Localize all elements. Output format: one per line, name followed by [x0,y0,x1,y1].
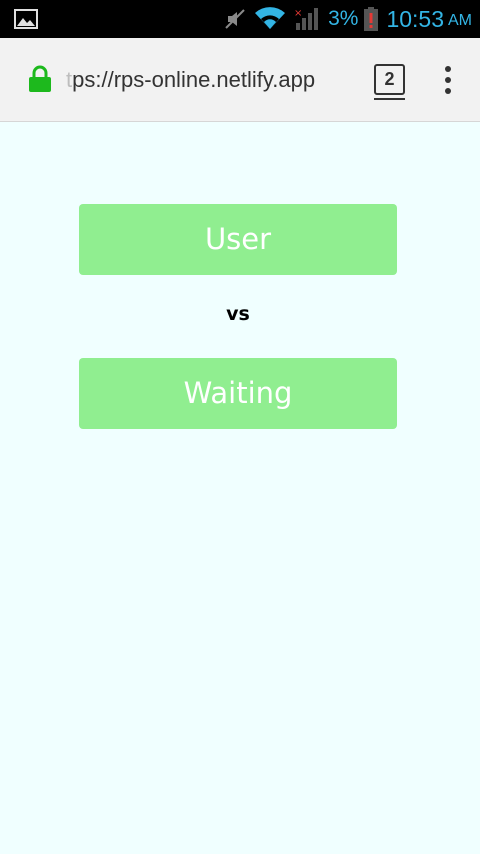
lock-icon[interactable] [28,65,52,93]
battery-icon [364,7,379,31]
wifi-icon [254,7,286,31]
browser-toolbar: tps://rps-online.netlify.app 2 [0,38,480,122]
overflow-menu-icon[interactable] [436,62,460,98]
user-button[interactable]: User [79,204,397,275]
versus-label: vs [226,303,250,325]
clock-time: 10:53 [386,5,444,32]
status-bar: × 3% 10:53 AM [0,0,480,38]
svg-text:×: × [294,8,302,19]
url-bar[interactable]: tps://rps-online.netlify.app [66,64,364,96]
menu-dot [445,77,451,83]
tab-switcher-underline [374,98,405,100]
opponent-waiting-button[interactable]: Waiting [79,358,397,429]
clock-ampm: AM [448,12,472,29]
menu-dot [445,66,451,72]
image-icon [14,9,38,29]
signal-icon: × [294,7,320,31]
menu-dot [445,88,451,94]
mute-icon [224,7,246,31]
url-text: ps://rps-online.netlify.app [72,67,316,92]
battery-percent: 3% [328,7,359,30]
status-icons: × 3% 10:53 AM [224,0,472,38]
page-content: User vs Waiting [0,123,480,854]
tab-switcher-button[interactable]: 2 [374,64,405,95]
